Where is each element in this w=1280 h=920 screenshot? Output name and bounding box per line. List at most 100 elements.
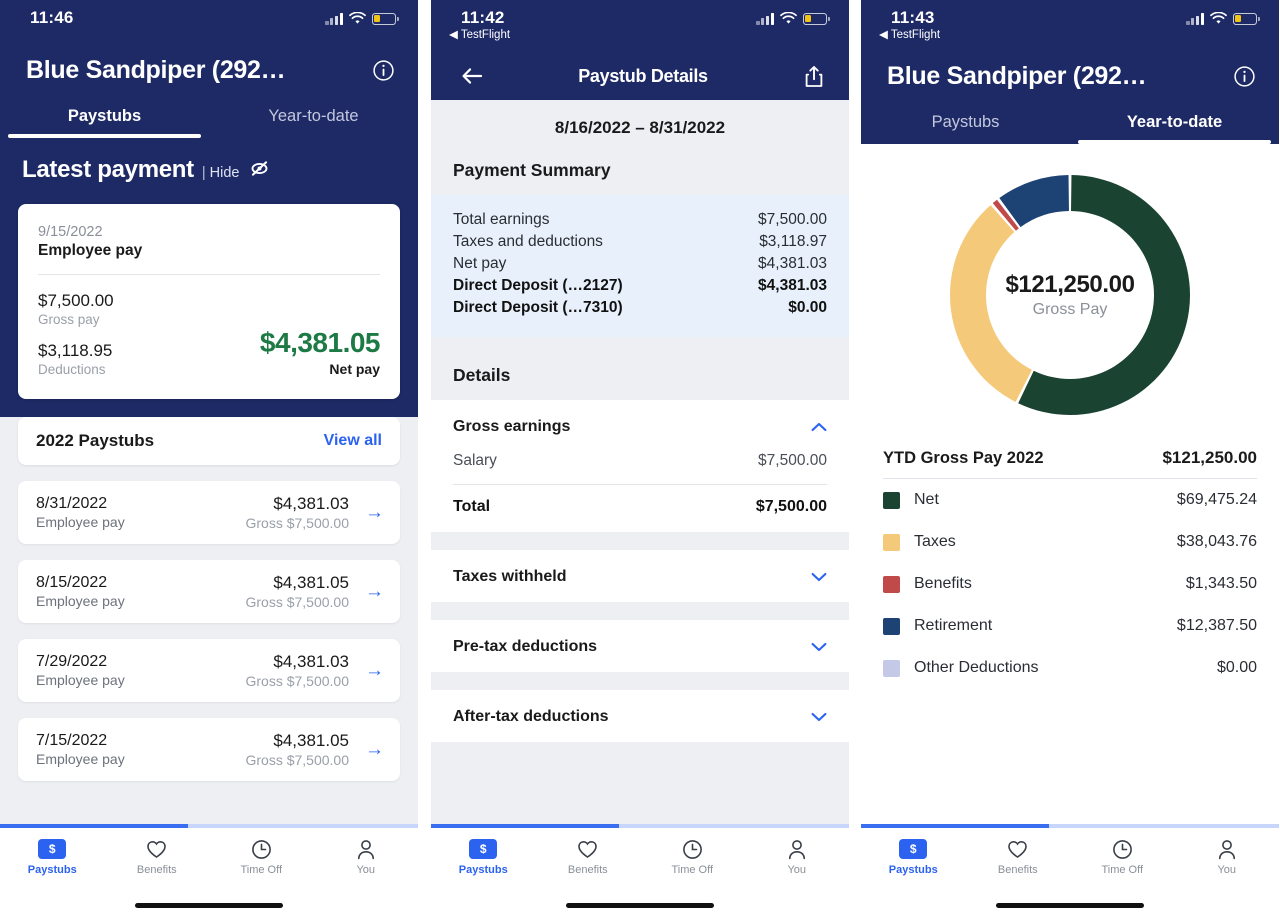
legend-item: Taxes $38,043.76	[861, 521, 1279, 563]
view-all-link[interactable]: View all	[324, 432, 382, 450]
tab-year-to-date[interactable]: Year-to-date	[209, 94, 418, 138]
row-net: $4,381.03	[273, 652, 349, 671]
accordion-header[interactable]: After-tax deductions	[453, 690, 827, 742]
phone-screen-year-to-date: 11:43 ◀ TestFlight Blue Sandpiper (292… …	[861, 0, 1279, 920]
row-date: 7/15/2022	[36, 732, 108, 749]
accordion-total: Total $7,500.00	[453, 485, 827, 532]
section-gap	[431, 337, 849, 359]
chevron-up-icon[interactable]	[811, 420, 827, 434]
legend-item: Retirement $12,387.50	[861, 605, 1279, 647]
person-icon	[356, 838, 376, 860]
summary-row: Taxes and deductions $3,118.97	[453, 231, 827, 253]
tab-bar-item-paystubs[interactable]: $ Paystubs	[861, 838, 966, 876]
section-band	[431, 532, 849, 550]
page-title: Paystub Details	[578, 65, 708, 86]
nav-bar: Blue Sandpiper (292…	[861, 52, 1279, 100]
hide-button[interactable]: Hide	[210, 165, 240, 181]
tab-paystubs[interactable]: Paystubs	[0, 94, 209, 138]
page-title: Blue Sandpiper (292…	[887, 61, 1147, 90]
money-chip-glyph: $	[38, 839, 67, 859]
tab-bar-item-time-off[interactable]: Time Off	[1070, 838, 1175, 876]
net-amount: $4,381.05	[259, 327, 381, 358]
status-back-app[interactable]: ◀ TestFlight	[879, 29, 940, 42]
arrow-right-icon[interactable]: →	[365, 661, 384, 680]
donut-chart: $121,250.00 Gross Pay	[941, 166, 1199, 424]
item-value: $7,500.00	[758, 452, 827, 469]
tab-year-to-date[interactable]: Year-to-date	[1070, 100, 1279, 144]
tab-bar-label: Benefits	[997, 864, 1038, 876]
payment-summary-heading: Payment Summary	[453, 160, 611, 180]
latest-payment-title: Latest payment	[22, 156, 194, 183]
tab-bar-item-benefits[interactable]: Benefits	[105, 838, 210, 876]
accordion-title: Pre-tax deductions	[453, 638, 598, 655]
legend-item: Benefits $1,343.50	[861, 563, 1279, 605]
tab-bar-item-you[interactable]: You	[1175, 838, 1280, 876]
pay-period: 8/16/2022 – 8/31/2022	[554, 118, 726, 137]
status-back-app[interactable]: ◀ TestFlight	[449, 29, 510, 42]
summary-label: Taxes and deductions	[453, 233, 603, 250]
money-icon: $	[899, 838, 928, 860]
row-net: $4,381.05	[273, 731, 349, 750]
heart-icon	[1007, 838, 1028, 860]
tab-bar-item-paystubs[interactable]: $ Paystubs	[431, 838, 536, 876]
cellular-signal-icon	[325, 12, 343, 25]
tab-bar-item-time-off[interactable]: Time Off	[640, 838, 745, 876]
legend-swatch-retirement	[883, 617, 900, 635]
table-row[interactable]: 8/15/2022 Employee pay $4,381.05 Gross $…	[18, 560, 400, 623]
accordion-title: After-tax deductions	[453, 708, 609, 725]
tab-bar-item-benefits[interactable]: Benefits	[966, 838, 1071, 876]
arrow-right-icon[interactable]: →	[365, 582, 384, 601]
cellular-signal-icon	[1186, 12, 1204, 25]
latest-payment-card[interactable]: 9/15/2022 Employee pay $7,500.00 Gross p…	[18, 204, 400, 399]
tab-bar-item-paystubs[interactable]: $ Paystubs	[0, 838, 105, 876]
tab-bar-item-benefits[interactable]: Benefits	[536, 838, 641, 876]
arrow-right-icon[interactable]: →	[365, 503, 384, 522]
row-gross: Gross $7,500.00	[245, 594, 349, 610]
status-right	[325, 12, 399, 25]
legend-swatch-benefits	[883, 575, 900, 593]
row-gross: Gross $7,500.00	[245, 752, 349, 768]
accordion-title: Gross earnings	[453, 418, 571, 435]
info-icon[interactable]	[1229, 61, 1259, 91]
tab-bar-item-you[interactable]: You	[745, 838, 850, 876]
share-icon[interactable]	[799, 61, 829, 91]
tab-bar: $ Paystubs Benefits Time Off You	[861, 828, 1279, 890]
row-net: $4,381.03	[273, 494, 349, 513]
battery-icon	[372, 12, 399, 25]
tab-bar-label: Paystubs	[458, 864, 508, 876]
summary-row: Net pay $4,381.03	[453, 253, 827, 275]
accordion-header[interactable]: Gross earnings	[453, 400, 827, 452]
tab-paystubs[interactable]: Paystubs	[861, 100, 1070, 144]
heart-icon	[146, 838, 167, 860]
legend-label: Taxes	[914, 533, 956, 550]
legend-value: $38,043.76	[1176, 533, 1257, 550]
clock-icon	[682, 838, 703, 860]
table-row[interactable]: 7/15/2022 Employee pay $4,381.05 Gross $…	[18, 718, 400, 781]
home-indicator	[0, 890, 418, 920]
status-right	[756, 12, 830, 25]
tab-bar-item-you[interactable]: You	[314, 838, 419, 876]
tab-label: Year-to-date	[1126, 112, 1223, 131]
tab-bar-item-time-off[interactable]: Time Off	[209, 838, 314, 876]
chevron-down-icon[interactable]	[811, 640, 827, 654]
accordion-header[interactable]: Pre-tax deductions	[453, 620, 827, 672]
chevron-down-icon[interactable]	[811, 710, 827, 724]
table-row[interactable]: 8/31/2022 Employee pay $4,381.03 Gross $…	[18, 481, 400, 544]
eye-off-icon[interactable]	[250, 160, 269, 177]
legend-value: $1,343.50	[1185, 575, 1257, 592]
status-time: 11:42	[461, 8, 505, 27]
ytd-title: YTD Gross Pay 2022	[883, 448, 1044, 467]
clock-icon	[1112, 838, 1133, 860]
net-label: Net pay	[329, 361, 380, 377]
table-row[interactable]: 7/29/2022 Employee pay $4,381.03 Gross $…	[18, 639, 400, 702]
info-icon[interactable]	[368, 55, 398, 85]
card-net-block: $4,381.05 Net pay	[259, 327, 381, 377]
back-arrow-icon[interactable]	[457, 61, 487, 91]
chevron-down-icon[interactable]	[811, 570, 827, 584]
battery-icon	[1233, 12, 1260, 25]
nav-bar: Paystub Details	[431, 52, 849, 100]
tab-bar-label: You	[787, 864, 807, 876]
segment-tabs: Paystubs Year-to-date	[861, 100, 1279, 144]
accordion-header[interactable]: Taxes withheld	[453, 550, 827, 602]
arrow-right-icon[interactable]: →	[365, 740, 384, 759]
